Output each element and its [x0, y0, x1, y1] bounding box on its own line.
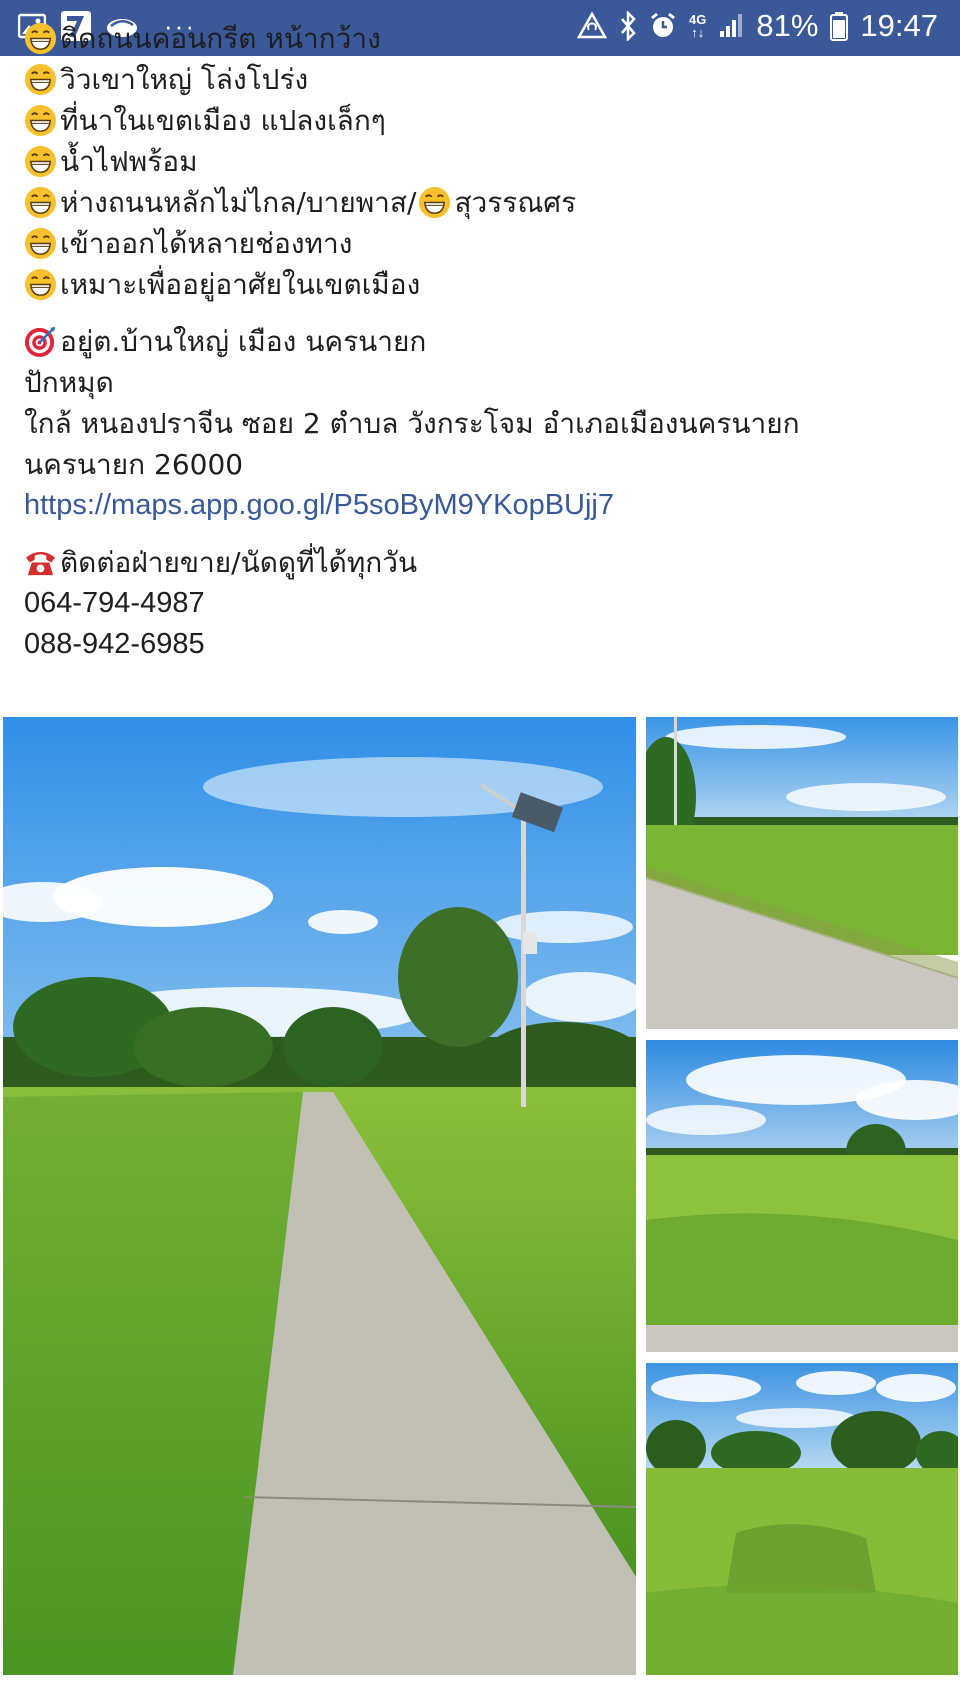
phone-number[interactable]: 064-794-4987: [24, 583, 944, 624]
phone-number[interactable]: 088-942-6985: [24, 624, 944, 665]
grinning-emoji-icon: [419, 186, 451, 219]
feature-line: เข้าออกได้หลายช่องทาง: [24, 223, 944, 264]
address-line: ใกล้ หนองปราจีน ซอย 2 ตำบล วังกระโจม อำเ…: [24, 407, 800, 440]
feature-line: ติดถนนคอนกรีต หน้ากว้าง: [24, 18, 944, 59]
grinning-emoji-icon: [24, 227, 57, 260]
feature-line: ที่นาในเขตเมือง แปลงเล็กๆ: [24, 100, 944, 141]
feature-line: น้ำไฟพร้อม: [24, 141, 944, 182]
field-treeline-photo[interactable]: [646, 1363, 958, 1675]
feature-line: ห่างถนนหลักไม่ไกล/บายพาส/ สุวรรณศร: [24, 182, 944, 223]
target-icon: [24, 326, 56, 358]
grinning-emoji-icon: [24, 104, 57, 137]
grinning-emoji-icon: [24, 145, 57, 178]
grinning-emoji-icon: [24, 22, 57, 55]
feature-line: วิวเขาใหญ่ โล่งโปร่ง: [24, 59, 944, 100]
feature-line: เหมาะเพื่ออยู่อาศัยในเขตเมือง: [24, 264, 944, 305]
grinning-emoji-icon: [24, 186, 57, 219]
field-tree-photo[interactable]: [646, 1040, 958, 1352]
main-road-photo[interactable]: [3, 717, 636, 1675]
location-heading: อยู่ต.บ้านใหญ่ เมือง นครนายก: [24, 321, 944, 362]
field-road-photo[interactable]: [646, 717, 958, 1029]
contact-heading: ติดต่อฝ่ายขาย/นัดดูที่ได้ทุกวัน: [24, 542, 944, 583]
map-link[interactable]: https://maps.app.goo.gl/P5soByM9YKopBUjj…: [24, 485, 944, 526]
photo-grid: [0, 717, 960, 1677]
grinning-emoji-icon: [24, 268, 57, 301]
telephone-icon: [25, 551, 56, 576]
pin-label: ปักหมุด: [24, 366, 114, 399]
post-body: ติดถนนคอนกรีต หน้ากว้าง วิวเขาใหญ่ โล่งโ…: [24, 22, 944, 665]
address-line: นครนายก 26000: [24, 448, 244, 481]
grinning-emoji-icon: [24, 63, 57, 96]
